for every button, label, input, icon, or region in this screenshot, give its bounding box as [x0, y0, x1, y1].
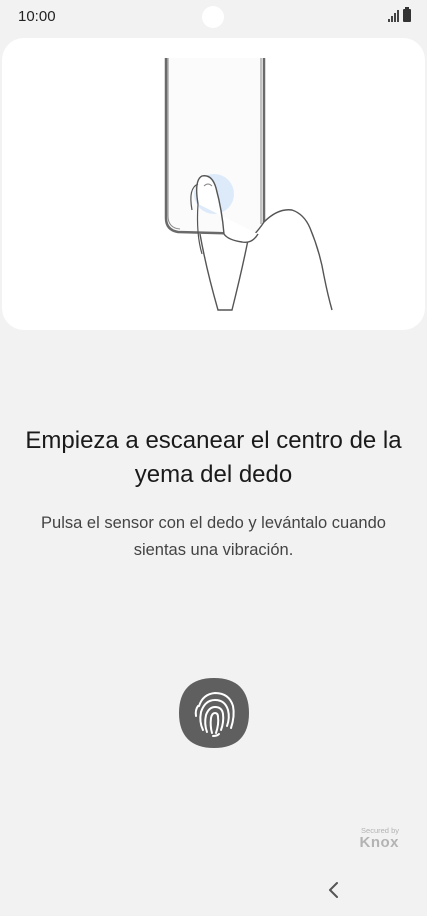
- knox-logo: Secured by Knox: [360, 826, 400, 851]
- camera-cutout: [202, 6, 224, 28]
- battery-icon: [403, 7, 411, 22]
- back-chevron-icon: [329, 882, 338, 898]
- fingerprint-sensor-button[interactable]: [177, 676, 251, 750]
- hand-phone-illustration: [164, 58, 333, 311]
- back-button[interactable]: [322, 878, 346, 902]
- illustration-card: [2, 38, 425, 330]
- page-title: Empieza a escanear el centro de la yema …: [25, 427, 402, 488]
- knox-wordmark: Knox: [359, 834, 399, 851]
- fingerprint-icon: [179, 678, 249, 748]
- signal-icon: [388, 10, 399, 22]
- status-time: 10:00: [18, 8, 56, 25]
- status-bar: 10:00: [0, 0, 427, 34]
- status-icons: [388, 7, 411, 22]
- page-subtitle: Pulsa el sensor con el dedo y levántalo …: [41, 514, 386, 559]
